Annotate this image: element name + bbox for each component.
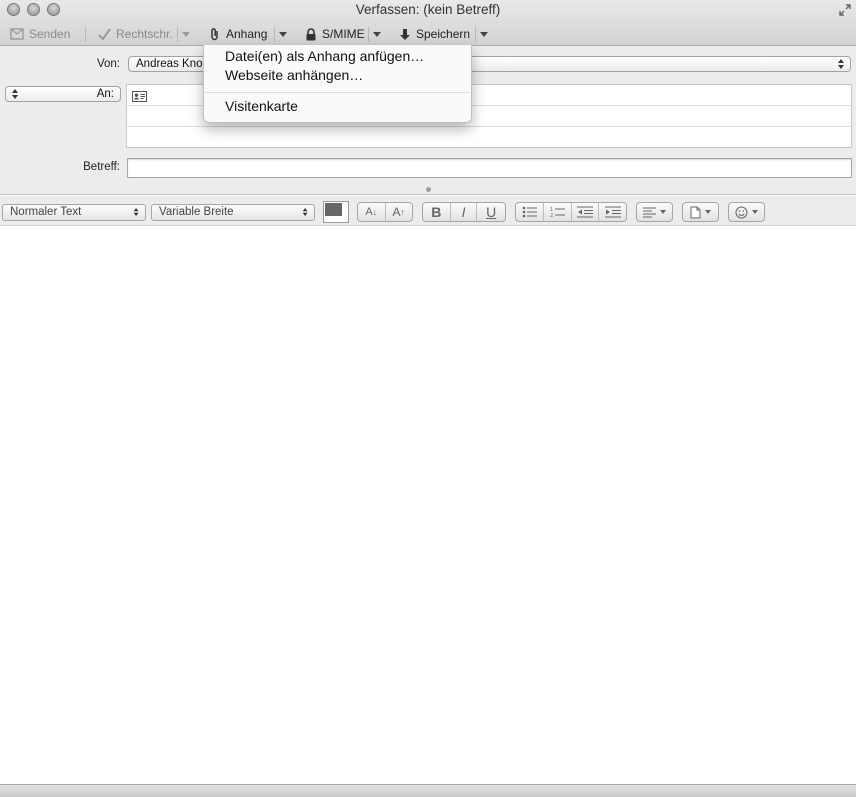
document-icon (690, 206, 701, 218)
smime-label: S/MIME (322, 27, 365, 41)
indent-icon (604, 206, 621, 218)
svg-text:2: 2 (550, 213, 553, 218)
smiley-icon (735, 206, 748, 218)
save-label: Speichern (416, 27, 471, 41)
select-arrows-icon (838, 59, 845, 69)
from-value: Andreas Kno (136, 58, 203, 70)
decrease-font-size-button[interactable]: A ↓ (358, 203, 386, 221)
smime-dropdown-icon[interactable] (373, 32, 381, 37)
select-arrows-icon (302, 208, 309, 216)
toolbar-divider (368, 27, 369, 42)
emoticon-menu-button[interactable] (728, 202, 765, 222)
bold-button[interactable]: B (423, 203, 451, 221)
outdent-icon (577, 206, 593, 218)
save-dropdown-icon[interactable] (480, 32, 488, 37)
save-button[interactable]: Speichern (399, 24, 470, 44)
send-button[interactable]: Senden (10, 24, 70, 44)
spelling-label: Rechtschr. (116, 27, 173, 41)
italic-button[interactable]: I (451, 203, 478, 221)
font-size-group: A ↓ A ↑ (357, 202, 413, 222)
insert-menu-button[interactable] (682, 202, 719, 222)
menu-separator (205, 92, 470, 93)
paragraph-style-value: Normaler Text (10, 206, 82, 218)
toolbar-divider (177, 27, 178, 42)
outdent-button[interactable] (572, 203, 599, 221)
format-toolbar: Normaler Text Variable Breite A ↓ A ↑ B I … (0, 196, 856, 226)
toolbar-divider (85, 27, 86, 42)
attachment-label: Anhang (226, 27, 268, 41)
toolbar-divider (475, 27, 476, 42)
bullet-list-button[interactable] (516, 203, 544, 221)
send-label: Senden (29, 27, 71, 41)
download-arrow-icon (400, 28, 410, 40)
indent-button[interactable] (599, 203, 626, 221)
font-select[interactable]: Variable Breite (151, 204, 315, 221)
attachment-menu: Datei(en) als Anhang anfügen… Webseite a… (203, 45, 472, 123)
select-arrows-icon (12, 89, 19, 99)
header-resize-handle[interactable] (426, 187, 431, 192)
alignment-menu-button[interactable] (636, 202, 673, 222)
down-arrow-icon: ↓ (372, 207, 378, 217)
window-bottom-bar (0, 784, 856, 797)
window-chrome: Verfassen: (kein Betreff) Senden Rechtsc… (0, 0, 856, 46)
spelling-button[interactable]: Rechtschr. (98, 24, 173, 44)
checkmark-icon (98, 27, 111, 41)
smime-button[interactable]: S/MIME (305, 24, 365, 44)
paperclip-icon (211, 28, 218, 41)
dropdown-arrow-icon (705, 210, 711, 214)
list-indent-group: 1 2 (515, 202, 627, 222)
from-label: Von: (96, 58, 120, 70)
lock-icon (306, 27, 316, 40)
message-body-editor[interactable] (0, 226, 856, 784)
text-style-group: B I U (422, 202, 506, 222)
bullet-list-icon (522, 206, 537, 218)
underline-button[interactable]: U (477, 203, 505, 221)
subject-label: Betreff: (83, 161, 120, 173)
address-card-icon[interactable] (132, 91, 147, 102)
fullscreen-icon[interactable] (838, 3, 852, 17)
paragraph-style-select[interactable]: Normaler Text (2, 204, 146, 221)
align-left-control (637, 203, 672, 221)
attachment-button[interactable]: Anhang (209, 24, 267, 44)
dropdown-arrow-icon (660, 210, 666, 214)
font-smaller-label: A (365, 206, 373, 218)
toolbar-divider (274, 27, 275, 42)
menu-item-vcard[interactable]: Visitenkarte (225, 98, 298, 114)
numbered-list-icon: 1 2 (550, 207, 565, 218)
text-color-swatch (325, 203, 342, 216)
menu-item-attach-webpage[interactable]: Webseite anhängen… (225, 67, 363, 83)
menu-item-attach-files[interactable]: Datei(en) als Anhang anfügen… (225, 48, 424, 64)
send-icon (10, 28, 24, 40)
dropdown-arrow-icon (752, 210, 758, 214)
font-larger-label: A (392, 205, 401, 219)
numbered-list-button[interactable]: 1 2 (544, 203, 572, 221)
select-arrows-icon (133, 208, 140, 216)
increase-font-size-button[interactable]: A ↑ (386, 203, 413, 221)
toolbar: Senden Rechtschr. Anhang S/MIME Speicher… (0, 24, 856, 44)
address-field-type-select[interactable]: An: (5, 86, 121, 102)
attachment-dropdown-icon[interactable] (279, 32, 287, 37)
font-value: Variable Breite (159, 206, 234, 218)
spelling-dropdown-icon[interactable] (182, 32, 190, 37)
to-label: An: (96, 88, 114, 100)
subject-input[interactable] (127, 158, 852, 178)
window-title: Verfassen: (kein Betreff) (355, 2, 501, 17)
recipient-row-divider (127, 126, 851, 127)
emoticon-control (729, 203, 764, 221)
align-left-icon (643, 207, 656, 217)
up-arrow-icon: ↑ (400, 207, 406, 217)
text-color-button[interactable] (323, 201, 349, 223)
insert-control (683, 203, 718, 221)
